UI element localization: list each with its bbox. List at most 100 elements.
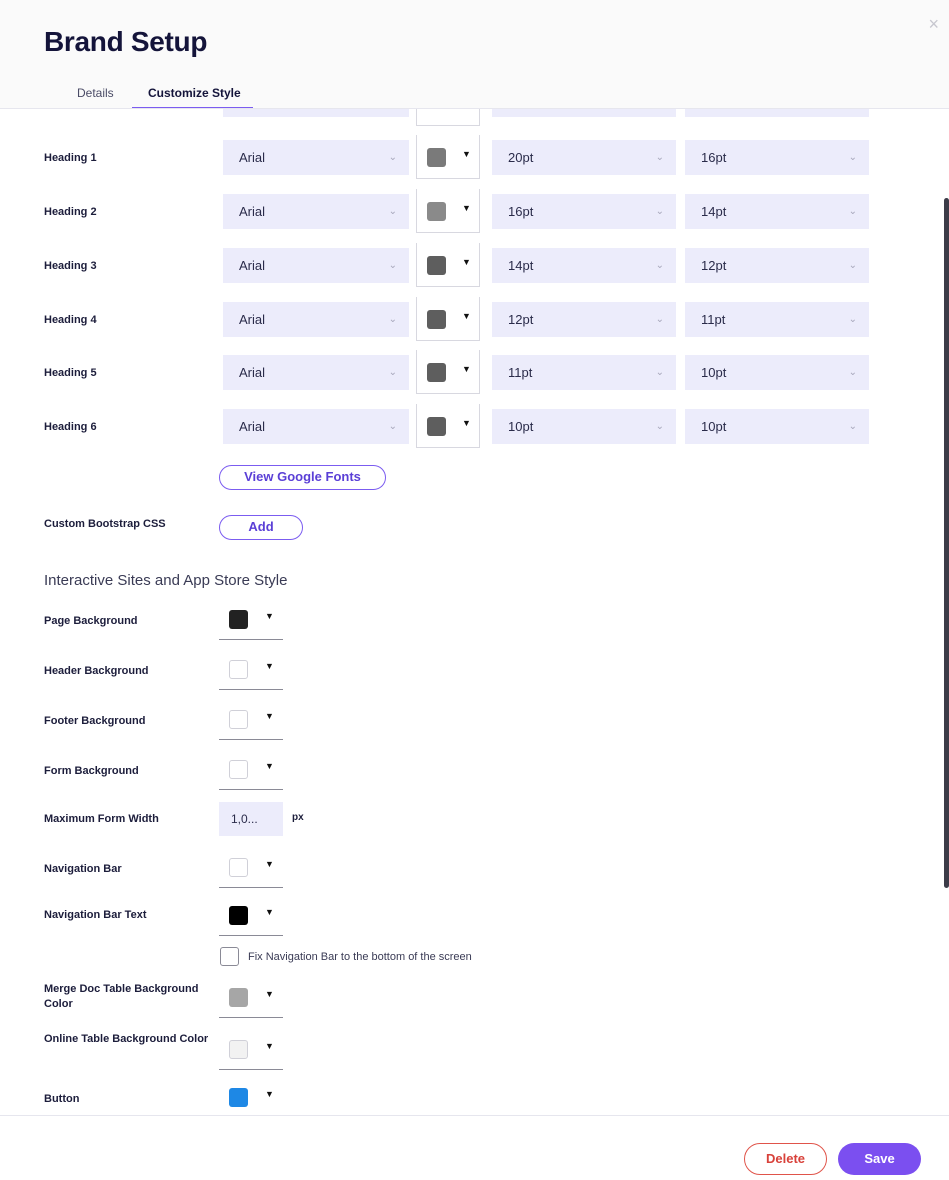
footer-background-picker[interactable]: ▼ (219, 698, 283, 740)
chevron-down-icon: ⌄ (848, 260, 857, 271)
button-color-picker[interactable]: ▼ (219, 1076, 283, 1115)
merge-doc-table-label: Merge Doc Table Background Color (44, 983, 199, 1010)
save-button[interactable]: Save (838, 1143, 921, 1175)
section-title: Interactive Sites and App Store Style (44, 572, 288, 589)
max-form-width-label: Maximum Form Width (44, 813, 159, 825)
navigation-bar-picker[interactable]: ▼ (219, 846, 283, 888)
fix-nav-label: Fix Navigation Bar to the bottom of the … (248, 951, 472, 963)
merge-doc-table-picker[interactable]: ▼ (219, 976, 283, 1018)
heading-color-picker[interactable]: ▼ (416, 243, 480, 287)
delete-button[interactable]: Delete (744, 1143, 827, 1175)
size-select-partial[interactable] (492, 109, 676, 117)
form-background-label: Form Background (44, 765, 139, 777)
font-size-select-2[interactable]: 10pt ⌄ (685, 355, 869, 390)
color-swatch (229, 710, 248, 729)
heading-color-picker[interactable]: ▼ (416, 135, 480, 179)
color-swatch (427, 256, 446, 275)
font-family-select[interactable]: Arial ⌄ (223, 302, 409, 337)
font-size-value: 10pt (508, 419, 534, 434)
font-size-value-2: 16pt (701, 150, 727, 165)
color-swatch (427, 363, 446, 382)
font-family-select[interactable]: Arial ⌄ (223, 409, 409, 444)
triangle-down-icon: ▼ (265, 989, 274, 999)
triangle-down-icon: ▼ (265, 761, 274, 771)
font-size-select-2[interactable]: 11pt ⌄ (685, 302, 869, 337)
font-size-select-2[interactable]: 12pt ⌄ (685, 248, 869, 283)
page-title: Brand Setup (44, 26, 208, 57)
font-size-select[interactable]: 14pt ⌄ (492, 248, 676, 283)
chevron-down-icon: ⌄ (655, 367, 664, 378)
color-swatch (229, 660, 248, 679)
font-size-value: 14pt (508, 258, 534, 273)
font-size-select-2[interactable]: 16pt ⌄ (685, 140, 869, 175)
header-background-picker[interactable]: ▼ (219, 648, 283, 690)
font-size-select-2[interactable]: 10pt ⌄ (685, 409, 869, 444)
heading-label: Heading 4 (44, 314, 97, 326)
font-size-select-2[interactable]: 14pt ⌄ (685, 194, 869, 229)
color-swatch (229, 988, 248, 1007)
triangle-down-icon: ▼ (462, 418, 471, 428)
scroll-content[interactable]: Heading 1 Arial ⌄ ▼ 20pt ⌄ 16pt ⌄ Heading 2 Arial… (0, 109, 949, 1115)
color-swatch (229, 760, 248, 779)
heading-label: Heading 6 (44, 421, 97, 433)
font-size-select[interactable]: 11pt ⌄ (492, 355, 676, 390)
font-size-value-2: 10pt (701, 365, 727, 380)
chevron-down-icon: ⌄ (388, 206, 397, 217)
scrollbar[interactable] (944, 198, 949, 888)
modal-header: Brand Setup × Details Customize Style (0, 0, 949, 109)
font-select-partial[interactable] (223, 109, 409, 117)
heading-label: Heading 1 (44, 152, 97, 164)
navigation-bar-text-picker[interactable]: ▼ (219, 894, 283, 936)
font-family-select[interactable]: Arial ⌄ (223, 248, 409, 283)
font-family-value: Arial (239, 365, 266, 380)
heading-label: Heading 3 (44, 260, 97, 272)
chevron-down-icon: ⌄ (848, 206, 857, 217)
heading-color-picker[interactable]: ▼ (416, 350, 480, 394)
heading-color-picker[interactable]: ▼ (416, 297, 480, 341)
font-size-select[interactable]: 20pt ⌄ (492, 140, 676, 175)
add-css-button[interactable]: Add (219, 515, 303, 540)
navigation-bar-label: Navigation Bar (44, 863, 122, 875)
font-family-select[interactable]: Arial ⌄ (223, 140, 409, 175)
color-swatch (229, 1088, 248, 1107)
fix-nav-checkbox[interactable] (220, 947, 239, 966)
chevron-down-icon: ⌄ (848, 421, 857, 432)
max-form-width-input[interactable]: 1,0... (219, 802, 283, 836)
triangle-down-icon: ▼ (462, 311, 471, 321)
font-size-select[interactable]: 16pt ⌄ (492, 194, 676, 229)
chevron-down-icon: ⌄ (655, 260, 664, 271)
close-icon[interactable]: × (928, 14, 939, 35)
chevron-down-icon: ⌄ (388, 421, 397, 432)
font-size-value-2: 12pt (701, 258, 727, 273)
color-swatch (229, 1040, 248, 1059)
chevron-down-icon: ⌄ (388, 152, 397, 163)
font-size-value: 20pt (508, 150, 534, 165)
page-background-label: Page Background (44, 615, 138, 627)
size-select-partial-2[interactable] (685, 109, 869, 117)
color-swatch (229, 858, 248, 877)
form-background-picker[interactable]: ▼ (219, 748, 283, 790)
font-family-select[interactable]: Arial ⌄ (223, 194, 409, 229)
view-google-fonts-button[interactable]: View Google Fonts (219, 465, 386, 490)
heading-color-picker[interactable]: ▼ (416, 404, 480, 448)
tab-details[interactable]: Details (77, 86, 114, 100)
triangle-down-icon: ▼ (265, 859, 274, 869)
page-background-picker[interactable]: ▼ (219, 598, 283, 640)
online-table-picker[interactable]: ▼ (219, 1028, 283, 1070)
px-unit: px (292, 812, 304, 823)
triangle-down-icon: ▼ (462, 149, 471, 159)
triangle-down-icon: ▼ (265, 1089, 274, 1099)
triangle-down-icon: ▼ (265, 907, 274, 917)
color-picker-partial[interactable] (416, 109, 480, 126)
button-label: Button (44, 1093, 80, 1105)
font-size-select[interactable]: 12pt ⌄ (492, 302, 676, 337)
color-swatch (427, 310, 446, 329)
chevron-down-icon: ⌄ (388, 314, 397, 325)
heading-label: Heading 2 (44, 206, 97, 218)
font-size-value: 11pt (508, 365, 533, 380)
heading-color-picker[interactable]: ▼ (416, 189, 480, 233)
triangle-down-icon: ▼ (265, 611, 274, 621)
font-size-select[interactable]: 10pt ⌄ (492, 409, 676, 444)
tab-customize-style[interactable]: Customize Style (148, 86, 241, 100)
font-family-select[interactable]: Arial ⌄ (223, 355, 409, 390)
